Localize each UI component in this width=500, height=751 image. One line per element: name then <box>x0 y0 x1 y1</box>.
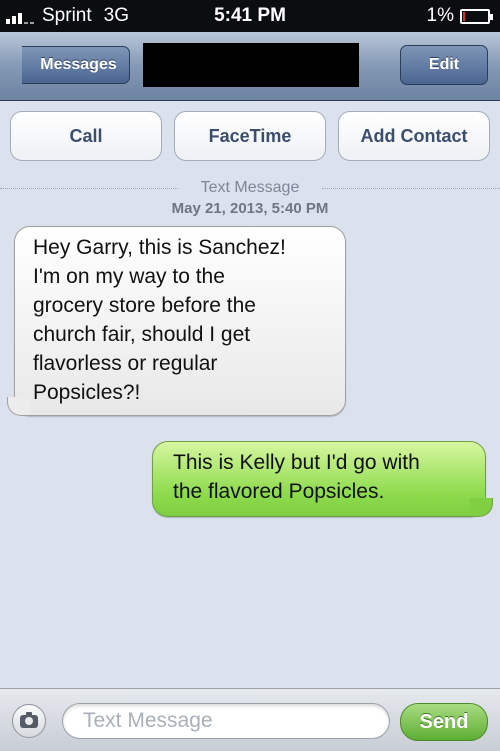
thread-type-label: Text Message <box>200 179 300 196</box>
incoming-message-bubble[interactable]: Hey Garry, this is Sanchez! I'm on my wa… <box>7 226 346 416</box>
call-button[interactable]: Call <box>10 111 162 161</box>
camera-button[interactable] <box>12 704 46 738</box>
message-line: Popsicles?! <box>33 381 141 404</box>
message-line: church fair, should I get <box>33 323 251 346</box>
add-contact-button[interactable]: Add Contact <box>338 111 490 161</box>
clock: 5:41 PM <box>214 5 286 26</box>
outgoing-message-bubble[interactable]: This is Kelly but I'd go with the flavor… <box>152 441 493 517</box>
composer-bar: Text Message Send <box>0 688 500 751</box>
message-timestamp: May 21, 2013, 5:40 PM <box>171 200 329 217</box>
contact-actions: Call FaceTime Add Contact <box>10 111 490 161</box>
facetime-button[interactable]: FaceTime <box>174 111 326 161</box>
message-input-placeholder: Text Message <box>83 709 213 732</box>
status-bar: Sprint 3G 5:41 PM 1% <box>0 0 500 32</box>
back-button[interactable]: Messages <box>22 46 130 84</box>
message-line: I'm on my way to the <box>33 265 225 288</box>
message-line: flavorless or regular <box>33 352 218 375</box>
camera-icon <box>20 711 38 728</box>
battery-group: 1% <box>426 5 493 27</box>
redacted-contact-name <box>143 43 359 87</box>
message-input[interactable]: Text Message <box>62 703 390 739</box>
message-line: This is Kelly but I'd go with <box>173 451 420 474</box>
back-button-label: Messages <box>40 56 117 73</box>
thread-divider: Text Message <box>0 179 500 199</box>
send-button[interactable]: Send <box>400 703 488 741</box>
edit-button[interactable]: Edit <box>400 45 488 85</box>
battery-percent: 1% <box>426 5 454 26</box>
battery-icon <box>460 8 493 24</box>
message-line: Hey Garry, this is Sanchez! <box>33 236 286 259</box>
message-line: grocery store before the <box>33 294 256 317</box>
navigation-bar: Messages Edit <box>0 32 500 101</box>
message-line: the flavored Popsicles. <box>173 480 385 503</box>
